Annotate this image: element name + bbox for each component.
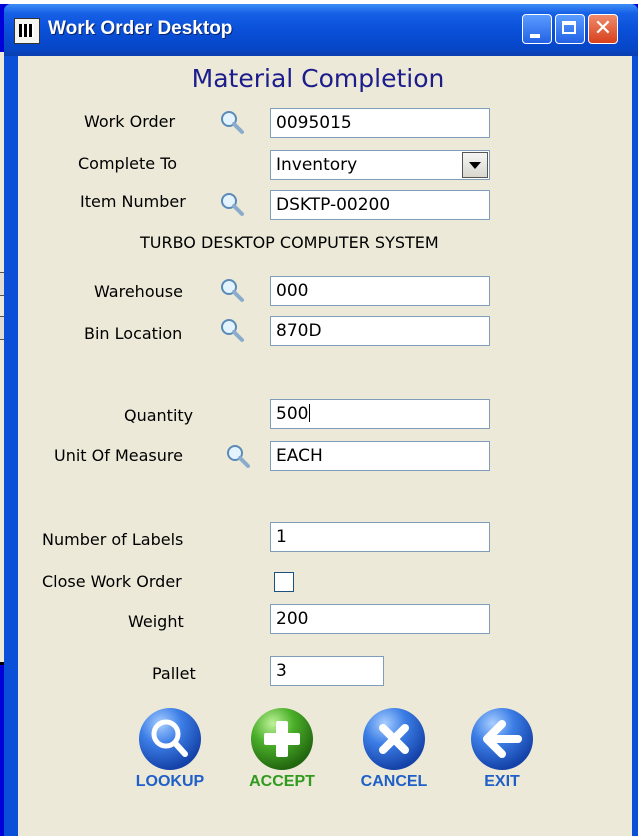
cancel-button[interactable]: CANCEL bbox=[344, 707, 444, 797]
item-description: TURBO DESKTOP COMPUTER SYSTEM bbox=[140, 233, 439, 252]
work-order-label: Work Order bbox=[84, 112, 176, 131]
close-button[interactable]: ✕ bbox=[588, 14, 618, 44]
number-of-labels-label: Number of Labels bbox=[42, 530, 184, 549]
chevron-down-icon[interactable] bbox=[462, 152, 488, 178]
text-cursor bbox=[309, 404, 311, 422]
item-number-search-icon[interactable] bbox=[218, 190, 246, 218]
bin-location-field[interactable]: 870D bbox=[270, 316, 490, 346]
quantity-field[interactable]: 500 bbox=[270, 399, 490, 429]
window-title: Work Order Desktop bbox=[48, 18, 233, 39]
bin-location-search-icon[interactable] bbox=[218, 316, 246, 344]
maximize-button[interactable] bbox=[555, 14, 585, 44]
number-of-labels-field[interactable]: 1 bbox=[270, 522, 490, 552]
pallet-field[interactable]: 3 bbox=[270, 656, 384, 686]
quantity-value: 500 bbox=[276, 404, 309, 424]
exit-button[interactable]: EXIT bbox=[452, 707, 552, 797]
weight-label: Weight bbox=[128, 612, 184, 631]
app-icon bbox=[14, 18, 40, 44]
work-order-field[interactable]: 0095015 bbox=[270, 108, 490, 138]
unit-of-measure-field[interactable]: EACH bbox=[270, 441, 490, 471]
complete-to-value: Inventory bbox=[276, 155, 358, 175]
warehouse-label: Warehouse bbox=[94, 282, 183, 301]
cancel-label: CANCEL bbox=[360, 773, 428, 790]
x-icon bbox=[363, 708, 425, 770]
complete-to-select[interactable]: Inventory bbox=[270, 150, 490, 180]
complete-to-label: Complete To bbox=[78, 154, 178, 173]
warehouse-field[interactable]: 000 bbox=[270, 276, 490, 306]
item-number-label: Item Number bbox=[80, 192, 186, 211]
quantity-label: Quantity bbox=[124, 406, 194, 425]
bin-location-label: Bin Location bbox=[84, 324, 183, 343]
minimize-button[interactable] bbox=[522, 14, 552, 44]
lookup-button[interactable]: LOOKUP bbox=[120, 707, 220, 797]
form-panel: Material Completion Work Order 0095015 C… bbox=[18, 56, 632, 836]
left-arrow-icon bbox=[471, 708, 533, 770]
work-order-window: Work Order Desktop ✕ Material Completion… bbox=[4, 4, 638, 836]
plus-icon bbox=[251, 708, 313, 770]
weight-field[interactable]: 200 bbox=[270, 604, 490, 634]
exit-label: EXIT bbox=[484, 773, 520, 790]
item-number-field[interactable]: DSKTP-00200 bbox=[270, 190, 490, 220]
close-icon: ✕ bbox=[593, 16, 613, 41]
page-title: Material Completion bbox=[191, 64, 445, 93]
unit-of-measure-label: Unit Of Measure bbox=[54, 446, 183, 465]
title-bar[interactable]: Work Order Desktop ✕ bbox=[4, 4, 638, 56]
close-work-order-checkbox[interactable] bbox=[274, 572, 294, 592]
lookup-label: LOOKUP bbox=[135, 773, 205, 790]
warehouse-search-icon[interactable] bbox=[218, 276, 246, 304]
unit-of-measure-search-icon[interactable] bbox=[224, 442, 252, 470]
accept-label: ACCEPT bbox=[249, 773, 315, 790]
accept-button[interactable]: ACCEPT bbox=[232, 707, 332, 797]
magnifier-icon bbox=[139, 708, 201, 770]
pallet-label: Pallet bbox=[152, 664, 196, 683]
close-work-order-label: Close Work Order bbox=[42, 572, 182, 591]
work-order-search-icon[interactable] bbox=[218, 108, 246, 136]
